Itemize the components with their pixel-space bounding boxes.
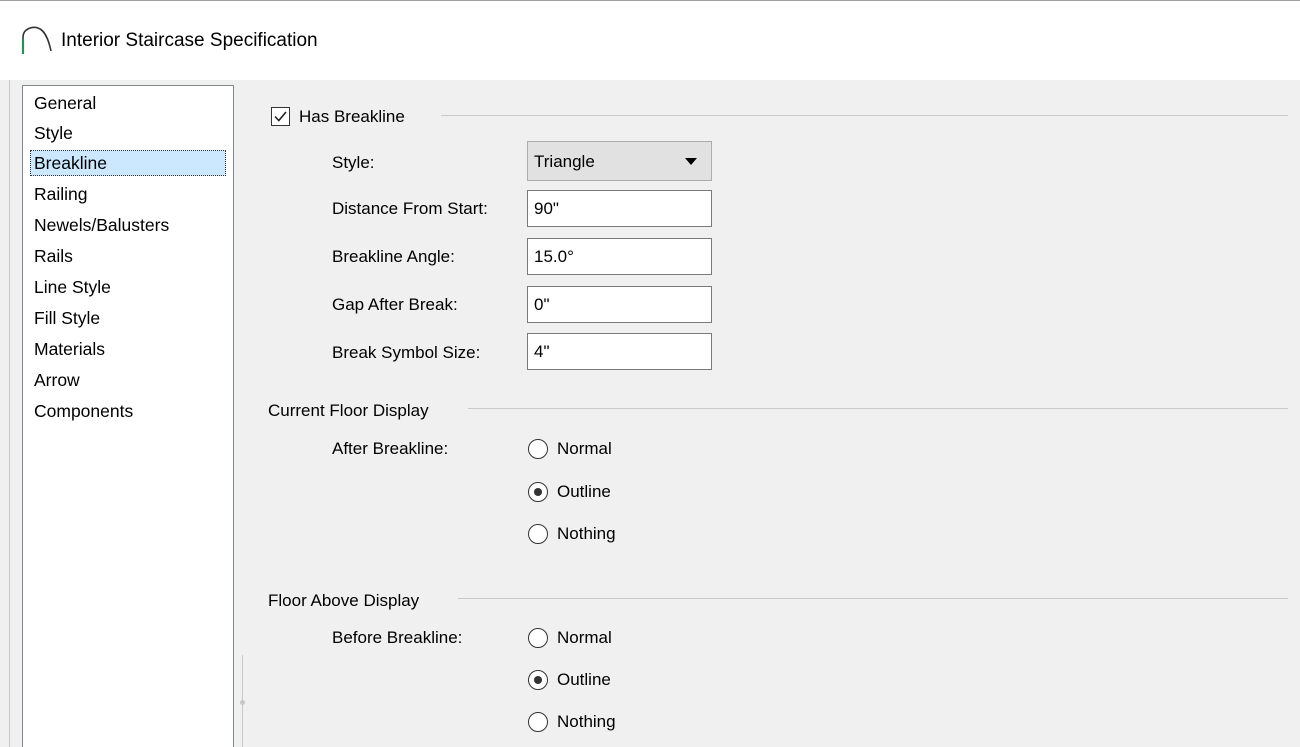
staircase-app-icon <box>21 26 52 54</box>
nav-item-general[interactable]: General <box>30 90 226 116</box>
window-border <box>9 80 10 747</box>
floor-above-outline-radio[interactable] <box>528 670 548 690</box>
splitter-grip[interactable] <box>240 700 245 705</box>
break-symbol-size-field[interactable]: 4" <box>527 333 712 370</box>
breakline-angle-field[interactable]: 15.0° <box>527 238 712 275</box>
nav-item-newels-balusters[interactable]: Newels/Balusters <box>30 212 226 238</box>
floor-above-normal-label[interactable]: Normal <box>557 627 612 649</box>
current-floor-group-label: Current Floor Display <box>268 401 429 420</box>
nav-item-arrow[interactable]: Arrow <box>30 367 226 393</box>
nav-item-fill-style[interactable]: Fill Style <box>30 305 226 331</box>
distance-from-start-value: 90" <box>534 199 559 218</box>
current-floor-nothing-label[interactable]: Nothing <box>557 523 616 545</box>
style-dropdown[interactable]: Triangle <box>527 141 712 181</box>
nav-item-materials[interactable]: Materials <box>30 336 226 362</box>
floor-above-normal-radio[interactable] <box>528 628 548 648</box>
window-title: Interior Staircase Specification <box>61 30 318 51</box>
group-separator <box>468 408 1288 409</box>
break-symbol-size-value: 4" <box>534 342 550 361</box>
after-breakline-label: After Breakline: <box>332 439 449 458</box>
category-list[interactable]: General Style Breakline Railing Newels/B… <box>22 85 234 747</box>
before-breakline-label: Before Breakline: <box>332 628 463 647</box>
has-breakline-checkbox[interactable] <box>271 107 290 126</box>
current-floor-normal-radio[interactable] <box>528 439 548 459</box>
current-floor-normal-label[interactable]: Normal <box>557 438 612 460</box>
breakline-angle-value: 15.0° <box>534 247 574 266</box>
title-bar: Interior Staircase Specification <box>0 0 1300 80</box>
nav-item-components[interactable]: Components <box>30 398 226 424</box>
floor-above-outline-label[interactable]: Outline <box>557 669 611 691</box>
current-floor-outline-label[interactable]: Outline <box>557 481 611 503</box>
style-dropdown-value: Triangle <box>534 152 595 171</box>
dialog-window: Interior Staircase Specification General… <box>0 0 1300 747</box>
distance-from-start-field[interactable]: 90" <box>527 190 712 227</box>
group-separator <box>458 598 1288 599</box>
group-separator <box>441 115 1288 116</box>
floor-above-group-label: Floor Above Display <box>268 591 420 610</box>
floor-above-nothing-radio[interactable] <box>528 712 548 732</box>
style-label: Style: <box>332 153 375 172</box>
floor-above-nothing-label[interactable]: Nothing <box>557 711 616 733</box>
break-symbol-size-label: Break Symbol Size: <box>332 343 481 362</box>
current-floor-nothing-radio[interactable] <box>528 524 548 544</box>
checkmark-icon <box>274 111 287 122</box>
nav-item-style[interactable]: Style <box>30 120 226 146</box>
gap-after-break-label: Gap After Break: <box>332 295 458 314</box>
nav-item-railing[interactable]: Railing <box>30 181 226 207</box>
breakline-angle-label: Breakline Angle: <box>332 247 455 266</box>
current-floor-outline-radio[interactable] <box>528 482 548 502</box>
has-breakline-label[interactable]: Has Breakline <box>299 106 405 128</box>
gap-after-break-field[interactable]: 0" <box>527 286 712 323</box>
distance-from-start-label: Distance From Start: <box>332 199 488 218</box>
nav-item-rails[interactable]: Rails <box>30 243 226 269</box>
gap-after-break-value: 0" <box>534 295 550 314</box>
chevron-down-icon <box>685 158 697 165</box>
nav-item-breakline[interactable]: Breakline <box>30 150 226 176</box>
nav-item-line-style[interactable]: Line Style <box>30 274 226 300</box>
